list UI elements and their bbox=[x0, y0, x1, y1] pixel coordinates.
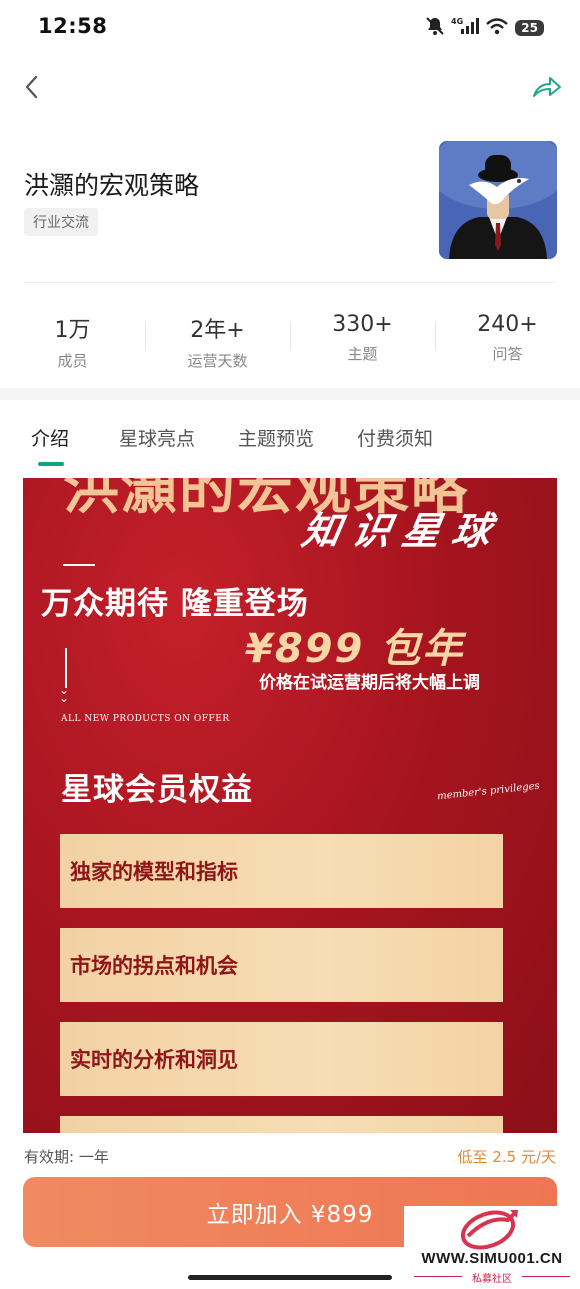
stat-label: 问答 bbox=[492, 345, 523, 363]
section-separator bbox=[0, 388, 580, 400]
stat-members: 1万 成员 bbox=[0, 312, 145, 371]
validity-text: 有效期: 一年 bbox=[24, 1148, 109, 1166]
poster-rule bbox=[63, 564, 95, 566]
benefit-card bbox=[60, 1116, 503, 1133]
stats-row: 1万 成员 2年+ 运营天数 330+ 主题 240+ 问答 bbox=[0, 312, 580, 371]
chevron-left-icon bbox=[25, 75, 38, 99]
poster-price: ¥899 包年 bbox=[245, 626, 465, 672]
benefit-card: 实时的分析和洞见 bbox=[60, 1022, 503, 1096]
stat-label: 主题 bbox=[347, 345, 378, 363]
tab-intro[interactable]: 介绍 bbox=[31, 424, 69, 451]
home-indicator[interactable] bbox=[188, 1275, 392, 1280]
watermark-site: WWW.SIMU001.CN bbox=[421, 1250, 563, 1267]
tab-bar: 介绍 星球亮点 主题预览 付费须知 bbox=[0, 424, 580, 468]
benefit-text: 实时的分析和洞见 bbox=[70, 1047, 238, 1072]
stat-value: 1万 bbox=[54, 318, 91, 343]
active-tab-indicator bbox=[38, 462, 64, 466]
stat-value: 2年+ bbox=[190, 318, 245, 343]
tab-highlights[interactable]: 星球亮点 bbox=[119, 424, 195, 451]
group-tag[interactable]: 行业交流 bbox=[24, 208, 98, 236]
battery-icon: 25 bbox=[515, 20, 544, 36]
group-title: 洪灝的宏观策略 bbox=[24, 171, 200, 200]
poster-vertical-line bbox=[65, 648, 67, 688]
network-label: 4G bbox=[451, 17, 463, 26]
top-nav bbox=[0, 62, 580, 112]
stat-qa: 240+ 问答 bbox=[435, 312, 580, 371]
mute-bell-icon bbox=[425, 16, 445, 40]
benefit-text: 独家的模型和指标 bbox=[70, 859, 238, 884]
stat-days: 2年+ 运营天数 bbox=[145, 312, 290, 371]
tab-payment-notes[interactable]: 付费须知 bbox=[357, 424, 433, 451]
poster-section-title: 星球会员权益 bbox=[61, 772, 253, 808]
double-chevron-down-icon: ⌄ ⌄ bbox=[59, 683, 70, 705]
poster-caption: ALL NEW PRODUCTS ON OFFER bbox=[61, 714, 230, 724]
status-bar: 12:58 4G 25 bbox=[0, 0, 580, 52]
status-time: 12:58 bbox=[38, 14, 108, 38]
watermark-rule-right bbox=[522, 1276, 570, 1277]
watermark: WWW.SIMU001.CN 私募社区 bbox=[404, 1206, 580, 1289]
share-button[interactable] bbox=[530, 70, 564, 104]
stat-topics: 330+ 主题 bbox=[290, 312, 435, 371]
wifi-icon bbox=[485, 16, 509, 40]
benefit-card: 市场的拐点和机会 bbox=[60, 928, 503, 1002]
benefit-text: 市场的拐点和机会 bbox=[70, 953, 238, 978]
watermark-label: 私募社区 bbox=[472, 1274, 512, 1285]
stat-value: 330+ bbox=[332, 312, 393, 337]
share-arrow-icon bbox=[533, 77, 561, 97]
watermark-logo-icon bbox=[460, 1210, 518, 1250]
stat-label: 成员 bbox=[57, 352, 88, 370]
benefit-card: 独家的模型和指标 bbox=[60, 834, 503, 908]
poster-script-title: 知识星球 bbox=[298, 508, 507, 553]
poster-price-note: 价格在试运营期后将大幅上调 bbox=[259, 673, 480, 693]
signal-icon: 4G bbox=[451, 16, 480, 40]
back-button[interactable] bbox=[18, 70, 48, 104]
stat-label: 运营天数 bbox=[187, 352, 248, 370]
poster-section-script: member's privileges bbox=[436, 780, 541, 803]
divider bbox=[24, 282, 556, 283]
tab-preview[interactable]: 主题预览 bbox=[238, 424, 314, 451]
intro-poster: 洪灝的宏观策略 知识星球 万众期待 隆重登场 ¥899 包年 价格在试运营期后将… bbox=[23, 478, 557, 1133]
daily-price-text: 低至 2.5 元/天 bbox=[457, 1148, 556, 1166]
status-icons: 4G 25 bbox=[425, 16, 544, 40]
stat-value: 240+ bbox=[477, 312, 538, 337]
group-cover-image bbox=[439, 141, 557, 259]
